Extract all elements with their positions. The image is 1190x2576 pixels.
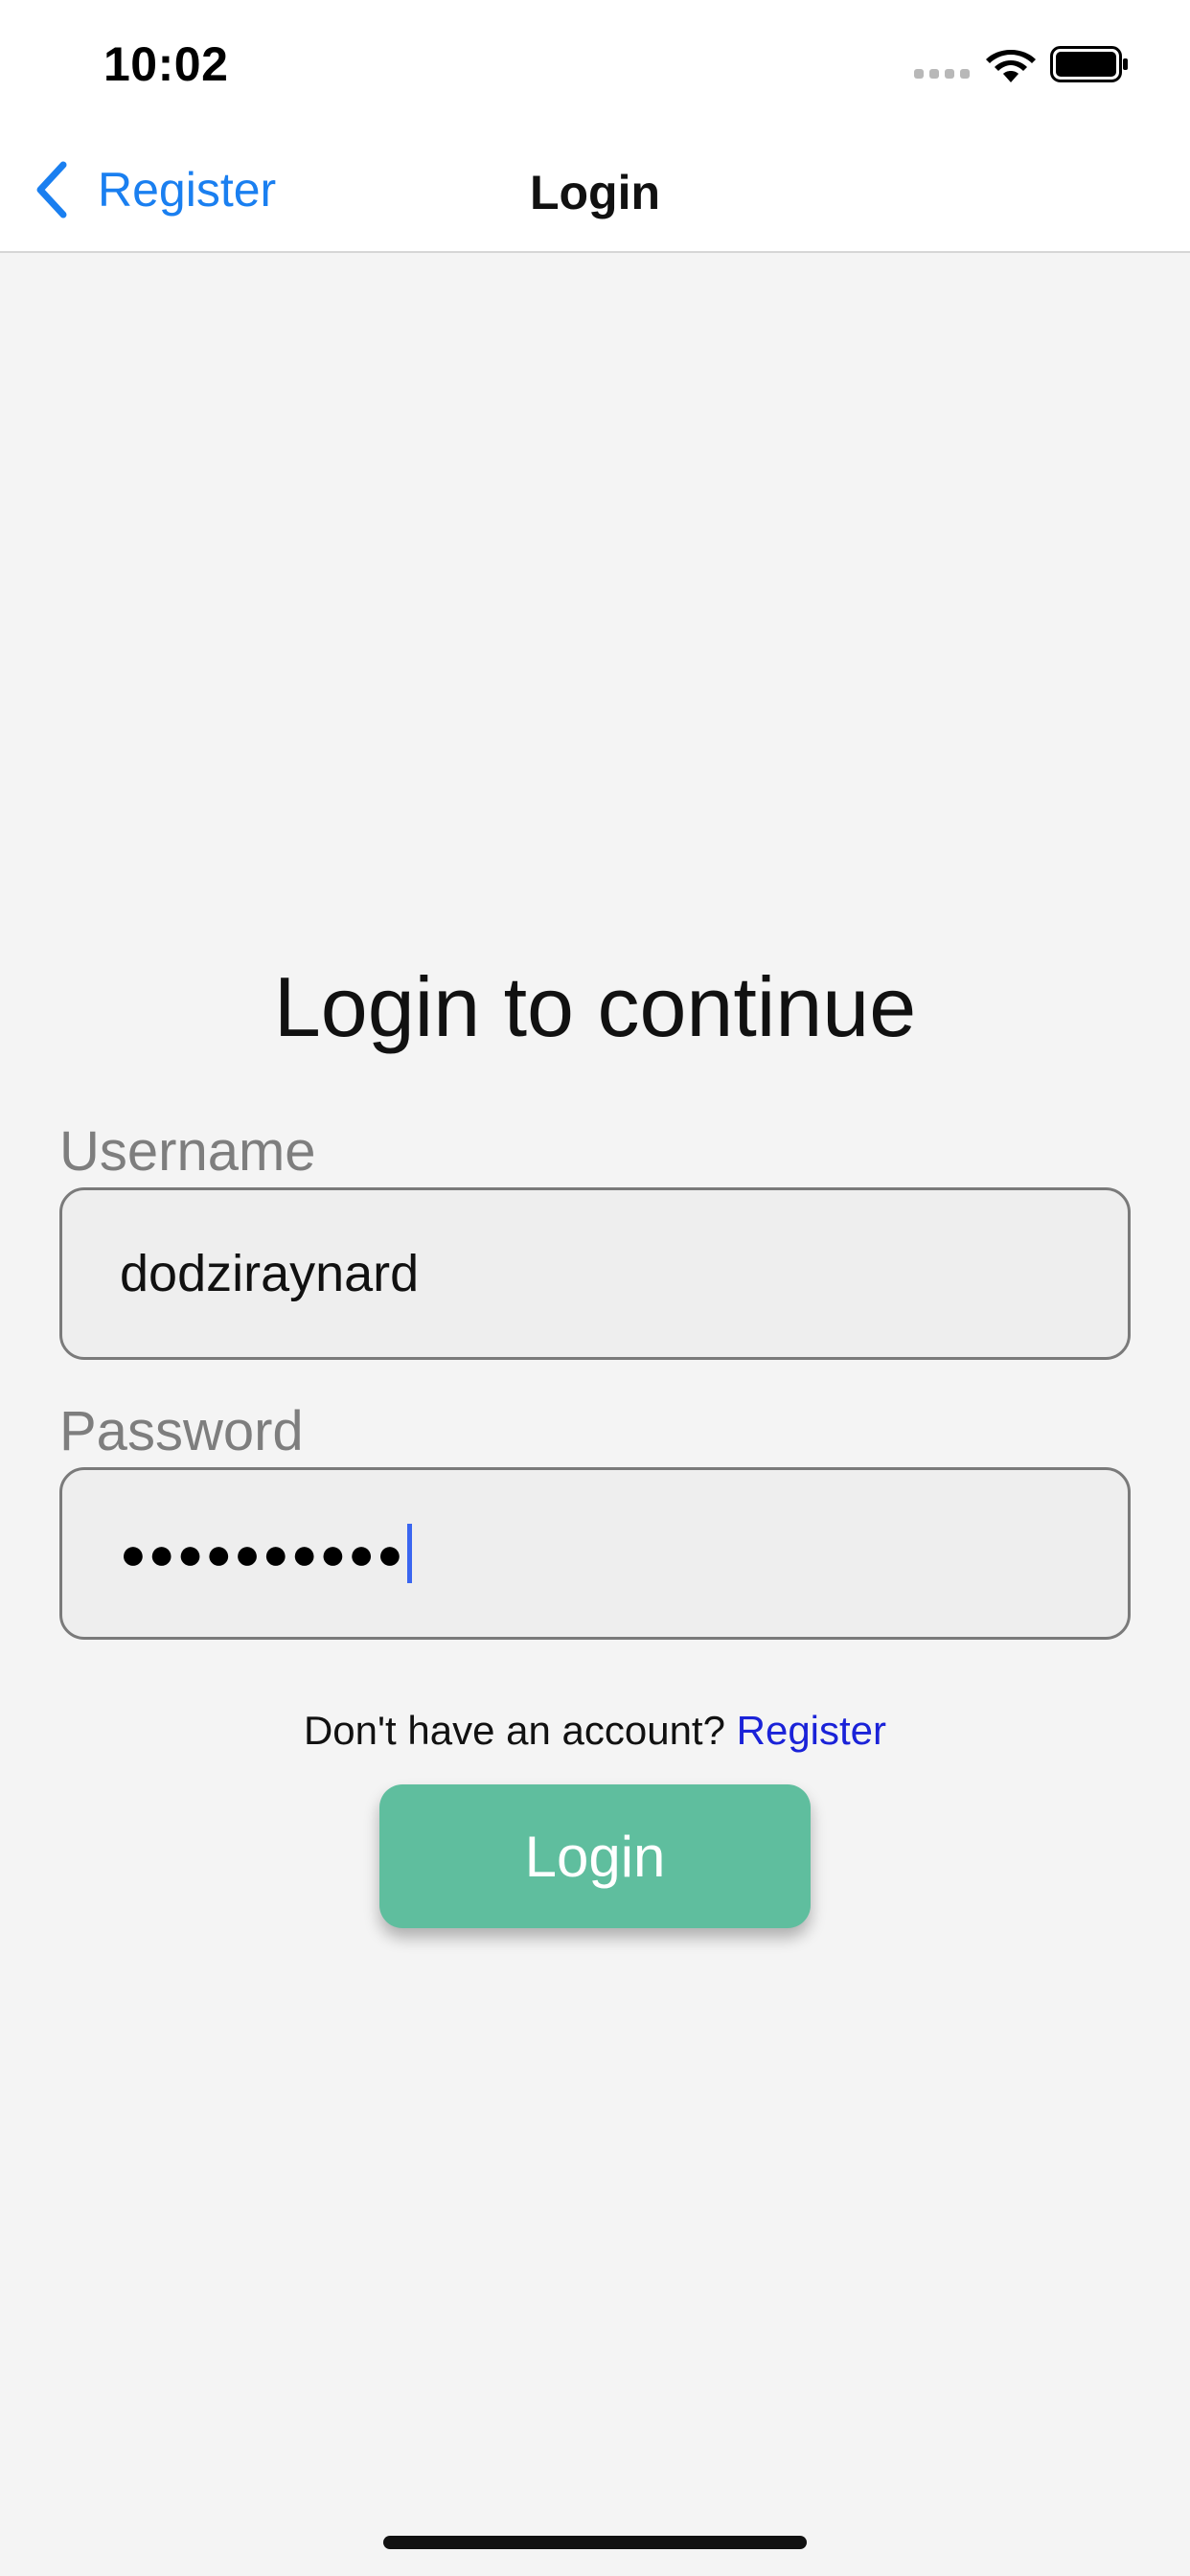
home-indicator [383, 2536, 807, 2549]
login-screen: 10:02 Register Login Login to continue U… [0, 0, 1190, 2576]
status-time: 10:02 [103, 37, 229, 91]
wifi-icon [986, 50, 1036, 82]
login-button-label: Login [524, 1824, 666, 1889]
password-input[interactable]: ●●●●●●●●●● [59, 1467, 1131, 1640]
username-input[interactable]: dodziraynard [59, 1187, 1131, 1360]
login-button[interactable]: Login [379, 1784, 811, 1928]
navigation-bar: Register Login [0, 126, 1190, 253]
password-label: Password [59, 1400, 304, 1462]
username-value: dodziraynard [120, 1245, 420, 1302]
text-caret [406, 1524, 412, 1583]
register-prompt: Don't have an account? Register [0, 1708, 1190, 1754]
register-prompt-text: Don't have an account? [303, 1708, 737, 1753]
password-value: ●●●●●●●●●● [120, 1529, 405, 1578]
username-label: Username [59, 1120, 316, 1183]
status-bar: 10:02 [0, 0, 1190, 126]
nav-title: Login [529, 166, 661, 219]
battery-icon [1050, 46, 1128, 82]
cellular-signal-icon [914, 69, 970, 79]
register-link[interactable]: Register [737, 1708, 886, 1753]
page-heading: Login to continue [273, 959, 917, 1054]
